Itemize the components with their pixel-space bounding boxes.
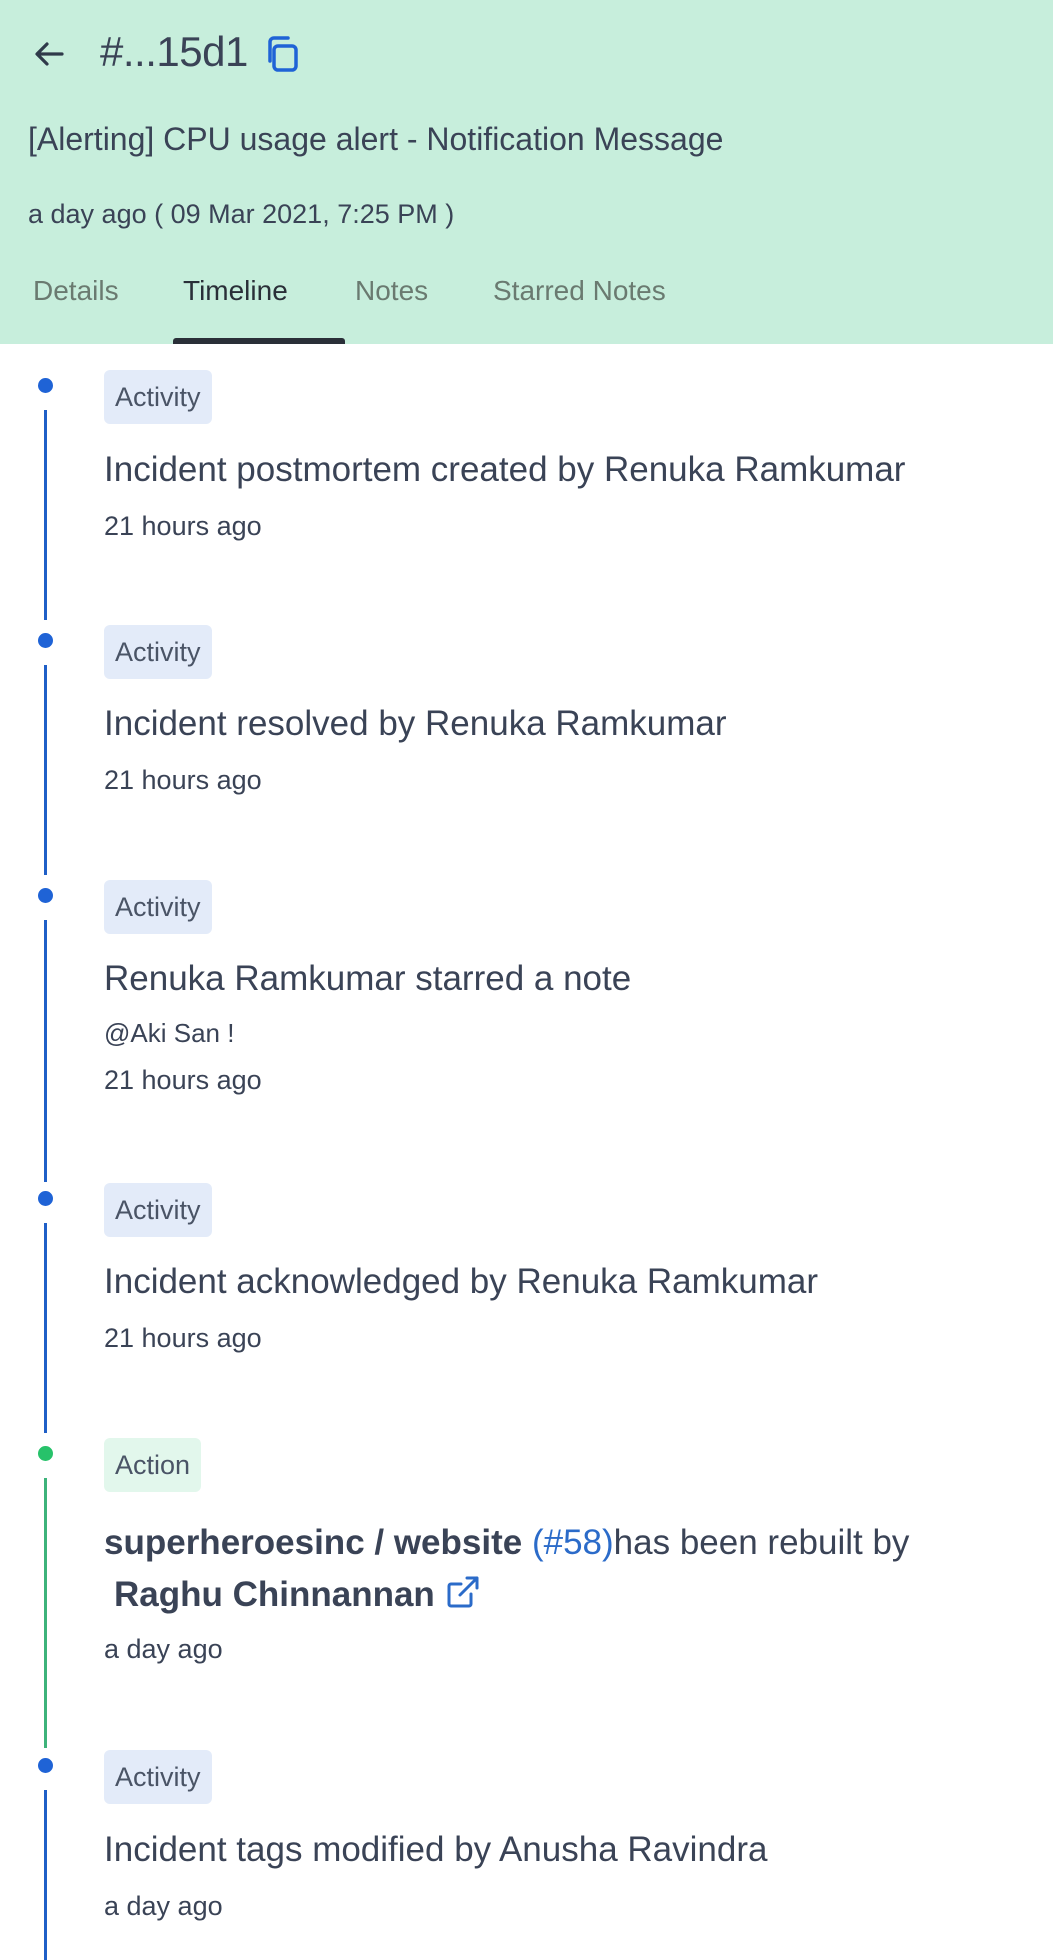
tab-details[interactable]: Details [28, 266, 124, 316]
timeline-item-text: Incident acknowledged by Renuka Ramkumar [104, 1262, 818, 1301]
arrow-left-icon [35, 42, 64, 66]
timeline-item-text: Renuka Ramkumar starred a note [104, 959, 632, 998]
external-link-icon[interactable] [445, 1573, 481, 1625]
repo-link[interactable]: superheroesinc / website [104, 1523, 522, 1562]
timeline-item-text: Incident resolved by Renuka Ramkumar [104, 704, 727, 743]
tab-notes[interactable]: Notes [350, 266, 433, 316]
pr-link[interactable]: (#58) [532, 1523, 614, 1562]
timeline-connector [44, 1478, 47, 1748]
timeline-dot [38, 378, 53, 393]
timeline-item-text: Incident postmortem created by Renuka Ra… [104, 450, 906, 489]
timeline-dot [38, 888, 53, 903]
action-badge: Action [104, 1438, 202, 1492]
incident-title: [Alerting] CPU usage alert - Notificatio… [28, 121, 724, 157]
copy-id-button[interactable] [260, 32, 304, 76]
timeline-item-text: superheroesinc / website (#58)has been r… [104, 1517, 1004, 1625]
timeline-dot [38, 1758, 53, 1773]
rebuild-text: has been rebuilt by [613, 1523, 910, 1562]
timeline-item-time: 21 hours ago [104, 765, 262, 795]
incident-header: #...15d1 [Alerting] CPU usage alert - No… [0, 0, 1053, 344]
copy-icon [268, 36, 298, 72]
activity-badge: Activity [104, 625, 212, 679]
incident-id: #...15d1 [100, 28, 248, 75]
timeline-dot [38, 633, 53, 648]
timeline-connector [44, 410, 47, 620]
timeline-item-time: 21 hours ago [104, 1065, 262, 1095]
timeline-item-time: a day ago [104, 1634, 223, 1664]
activity-badge: Activity [104, 1750, 212, 1804]
timeline-connector [44, 920, 47, 1182]
activity-badge: Activity [104, 1183, 212, 1237]
active-tab-indicator [173, 338, 345, 344]
timeline-dot [38, 1446, 53, 1461]
user-name: Raghu Chinnannan [114, 1575, 435, 1614]
timeline-dot [38, 1191, 53, 1206]
timeline-item-text: Incident tags modified by Anusha Ravindr… [104, 1830, 768, 1869]
tab-timeline[interactable]: Timeline [178, 266, 293, 316]
timeline-connector [44, 1790, 47, 1960]
back-button[interactable] [28, 33, 70, 75]
timeline-item-time: a day ago [104, 1891, 223, 1921]
timeline-item-time: 21 hours ago [104, 1323, 262, 1353]
tab-bar: Details Timeline Notes Starred Notes [0, 258, 1053, 344]
starred-note-preview: @Aki San ! [104, 1018, 235, 1048]
incident-created-time: a day ago ( 09 Mar 2021, 7:25 PM ) [28, 199, 455, 229]
activity-badge: Activity [104, 880, 212, 934]
tab-starred-notes[interactable]: Starred Notes [488, 266, 671, 316]
timeline-item-time: 21 hours ago [104, 511, 262, 541]
activity-badge: Activity [104, 370, 212, 424]
timeline-connector [44, 1223, 47, 1433]
timeline-connector [44, 665, 47, 875]
